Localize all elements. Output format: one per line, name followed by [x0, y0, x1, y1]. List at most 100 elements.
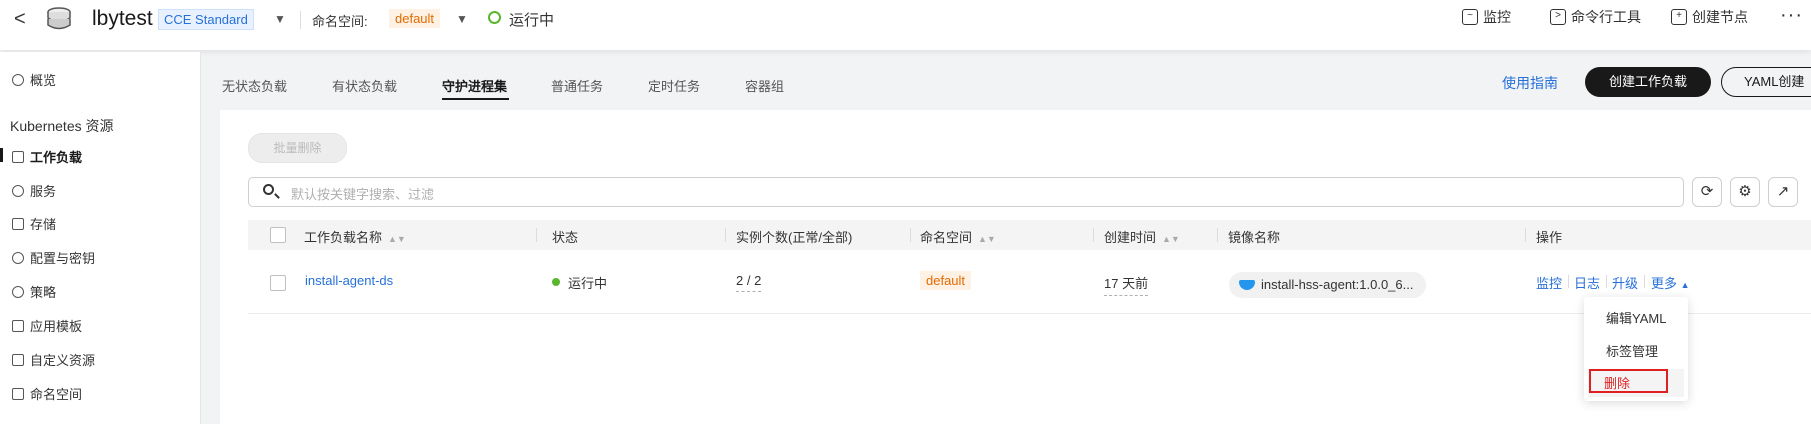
sidebar-item-label: 命名空间 — [30, 387, 83, 402]
cluster-edition-badge: CCE Standard — [158, 9, 254, 30]
column-header-name[interactable]: 工作负载名称 ▲▼ — [304, 227, 406, 246]
back-icon[interactable]: < — [14, 8, 26, 31]
sidebar-item-app-templates[interactable]: 应用模板 — [12, 316, 82, 335]
namespace-chevron-down-icon[interactable]: ▼ — [456, 12, 468, 26]
sidebar-item-namespaces[interactable]: 命名空间 — [12, 384, 82, 403]
sidebar-item-label: 应用模板 — [30, 319, 83, 334]
cli-label: 命令行工具 — [1571, 9, 1641, 25]
tab-statefulsets[interactable]: 有状态负载 — [332, 76, 397, 95]
cube-icon — [12, 387, 24, 400]
upgrade-link[interactable]: 升级 — [1612, 273, 1638, 292]
docker-icon — [1239, 280, 1255, 290]
running-status-dot-icon — [552, 278, 560, 286]
namespace-badge: default — [389, 9, 441, 28]
cluster-switch-chevron-down-icon[interactable]: ▼ — [274, 12, 286, 26]
search-placeholder: 默认按关键字搜索、过滤 — [291, 187, 435, 202]
sidebar-item-label: 存储 — [30, 217, 57, 232]
menu-item-delete[interactable]: 删除 — [1604, 373, 1630, 392]
image-name-chip: install-hss-agent:1.0.0_6... — [1229, 272, 1426, 298]
active-tab-indicator — [442, 98, 509, 100]
tab-pods[interactable]: 容器组 — [745, 76, 784, 95]
column-header-instances: 实例个数(正常/全部) — [736, 230, 853, 245]
row-checkbox[interactable] — [270, 275, 286, 291]
sidebar-item-label: 概览 — [30, 73, 57, 88]
export-icon[interactable]: ↗ — [1768, 177, 1798, 207]
create-workload-button[interactable]: 创建工作负载 — [1585, 67, 1711, 97]
sidebar-item-label: 配置与密钥 — [30, 251, 96, 266]
sort-icon: ▲▼ — [978, 234, 996, 244]
sort-icon: ▲▼ — [1162, 234, 1180, 244]
workload-icon — [12, 150, 24, 163]
monitor-button[interactable]: ~ 监控 — [1462, 7, 1511, 27]
row-separator — [248, 313, 1811, 314]
image-name: install-hss-agent:1.0.0_6... — [1261, 277, 1414, 292]
workload-name-link[interactable]: install-agent-ds — [305, 273, 393, 288]
sidebar-item-custom-resources[interactable]: 自定义资源 — [12, 350, 95, 369]
divider — [1568, 275, 1569, 288]
column-divider — [1525, 228, 1526, 242]
create-node-button[interactable]: + 创建节点 — [1671, 7, 1748, 27]
sidebar-group-title: Kubernetes 资源 — [10, 118, 114, 134]
column-divider — [1217, 228, 1218, 242]
monitor-link[interactable]: 监控 — [1536, 273, 1562, 292]
column-header-namespace[interactable]: 命名空间 ▲▼ — [920, 227, 996, 246]
cluster-name: lbytest — [92, 7, 153, 30]
monitor-label: 监控 — [1483, 9, 1511, 25]
tab-jobs[interactable]: 普通任务 — [551, 76, 603, 95]
search-icon — [263, 184, 274, 195]
terminal-icon: > — [1550, 9, 1566, 25]
column-divider — [1093, 228, 1094, 242]
more-actions-link[interactable]: 更多 ▲ — [1651, 273, 1690, 292]
menu-item-edit-yaml[interactable]: 编辑YAML — [1606, 308, 1666, 327]
refresh-icon[interactable]: ⟳ — [1692, 177, 1722, 207]
created-time: 17 天前 — [1104, 273, 1149, 296]
sidebar-item-policies[interactable]: 策略 — [12, 282, 56, 301]
globe-icon — [12, 184, 24, 197]
lightbulb-icon — [12, 285, 24, 298]
column-header-created[interactable]: 创建时间 ▲▼ — [1104, 227, 1180, 246]
instance-count: 2 / 2 — [736, 273, 762, 292]
key-icon — [12, 251, 24, 264]
yaml-create-button[interactable]: YAML创建 — [1721, 67, 1811, 97]
usage-guide-link[interactable]: 使用指南 — [1502, 73, 1558, 93]
settings-gear-icon[interactable]: ⚙ — [1730, 177, 1760, 207]
dashboard-icon — [12, 73, 24, 86]
monitor-icon: ~ — [1462, 9, 1478, 25]
layers-icon — [12, 353, 24, 366]
sidebar-item-services[interactable]: 服务 — [12, 181, 56, 200]
create-node-label: 创建节点 — [1692, 9, 1748, 25]
column-divider — [536, 228, 537, 242]
sidebar-item-label: 工作负载 — [30, 150, 83, 165]
cluster-icon — [47, 7, 71, 30]
logs-link[interactable]: 日志 — [1574, 273, 1600, 292]
sidebar-item-workloads[interactable]: 工作负载 — [12, 147, 82, 166]
sidebar-item-overview[interactable]: 概览 — [12, 70, 56, 89]
sidebar-item-label: 自定义资源 — [30, 353, 96, 368]
search-input[interactable]: 默认按关键字搜索、过滤 — [248, 177, 1684, 207]
divider — [300, 11, 301, 29]
sidebar-item-storage[interactable]: 存储 — [12, 214, 56, 233]
workload-list-panel — [220, 110, 1811, 424]
sidebar-item-label: 服务 — [30, 184, 57, 199]
table-header: 工作负载名称 ▲▼ 状态 实例个数(正常/全部) 命名空间 ▲▼ 创建时间 ▲▼ 镜像… — [248, 220, 1811, 250]
column-divider — [725, 228, 726, 242]
cli-tool-button[interactable]: > 命令行工具 — [1550, 7, 1641, 27]
sidebar-item-config-secrets[interactable]: 配置与密钥 — [12, 248, 95, 267]
top-bar: < lbytest CCE Standard ▼ 命名空间: default ▼… — [0, 0, 1811, 50]
select-all-checkbox[interactable] — [270, 227, 286, 243]
running-status-icon — [488, 11, 501, 24]
batch-delete-button[interactable]: 批量删除 — [248, 133, 347, 163]
menu-item-label-management[interactable]: 标签管理 — [1606, 341, 1658, 360]
tab-cronjobs[interactable]: 定时任务 — [648, 76, 700, 95]
sort-icon: ▲▼ — [388, 234, 406, 244]
more-options-icon[interactable]: ··· — [1780, 4, 1803, 27]
workload-status: 运行中 — [568, 276, 608, 291]
column-divider — [910, 228, 911, 242]
divider — [1606, 275, 1607, 288]
tab-deployments[interactable]: 无状态负载 — [222, 76, 287, 95]
tab-daemonsets[interactable]: 守护进程集 — [442, 76, 507, 95]
cluster-status: 运行中 — [509, 12, 555, 29]
column-header-actions: 操作 — [1536, 230, 1563, 245]
workload-type-tabs: 无状态负载 有状态负载 守护进程集 普通任务 定时任务 容器组 — [208, 52, 1811, 112]
namespace-label: 命名空间: — [312, 14, 368, 29]
